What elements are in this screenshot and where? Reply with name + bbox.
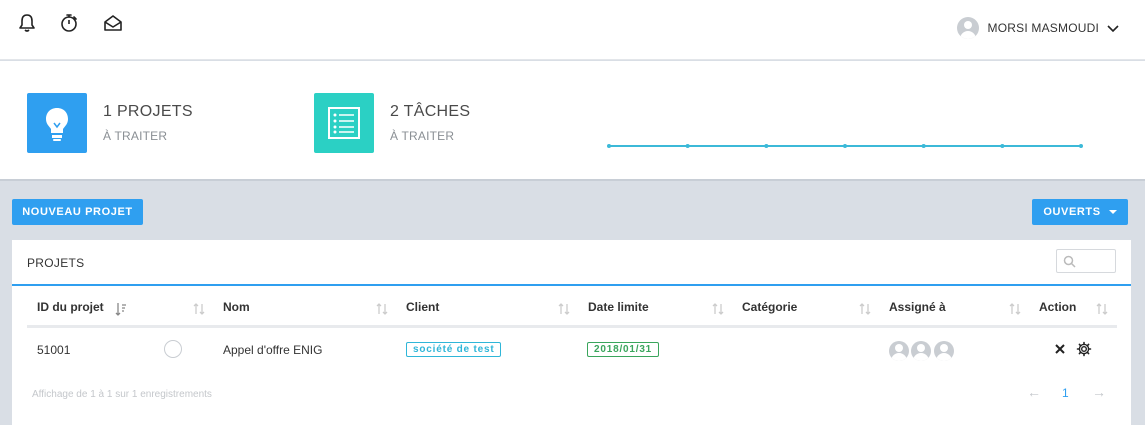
new-project-label: NOUVEAU PROJET [22,206,133,218]
pager-prev-button[interactable]: ← [1027,384,1041,400]
sparkline-point [921,144,926,148]
checklist-icon [314,93,374,153]
sparkline-chart [607,144,1083,148]
sort-icon[interactable] [712,302,724,316]
stopwatch-icon[interactable] [58,12,80,34]
sparkline-point [764,144,769,148]
new-project-button[interactable]: NOUVEAU PROJET [12,199,143,225]
projects-sub: À TRAITER [103,129,168,143]
cell-name[interactable]: Appel d'offre ENIG [223,343,322,357]
sparkline-point [607,144,611,148]
tasks-count: 2 TÂCHES [390,103,471,120]
projects-panel: PROJETS ID du projet Nom Client Date lim… [12,240,1131,425]
sort-active-icon[interactable] [115,302,127,316]
sparkline-point [1000,144,1005,148]
stats-section: 1 PROJETS À TRAITER 2 TÂCHES À TRAITER [0,61,1145,181]
sort-icon[interactable] [558,302,570,316]
row-select-radio[interactable] [164,340,182,358]
settings-gear-icon[interactable] [1076,341,1092,357]
assignee-avatar [911,341,931,361]
column-header-id[interactable]: ID du projet [37,300,104,314]
assignee-avatar [889,341,909,361]
sort-icon[interactable] [859,302,871,316]
column-header-deadline[interactable]: Date limite [588,300,649,314]
filter-dropdown-button[interactable]: OUVERTS [1032,199,1128,225]
user-name: MORSI MASMOUDI [987,21,1099,35]
assignee-avatar [934,341,954,361]
lightbulb-icon [27,93,87,153]
search-icon [1063,255,1076,268]
envelope-icon[interactable] [102,12,124,34]
table-row[interactable]: 51001 Appel d'offre ENIG société de test… [27,328,1117,372]
sort-icon[interactable] [193,302,205,316]
pager-page-button[interactable]: 1 [1062,386,1069,400]
projects-count: 1 PROJETS [103,103,193,120]
deadline-badge: 2018/01/31 [587,342,660,357]
tasks-sub: À TRAITER [390,129,455,143]
column-header-category[interactable]: Catégorie [742,300,797,314]
panel-header: PROJETS [12,240,1131,286]
filter-label: OUVERTS [1043,206,1101,218]
panel-title: PROJETS [27,256,85,270]
sort-icon[interactable] [376,302,388,316]
column-header-action[interactable]: Action [1039,300,1076,314]
column-header-assignee[interactable]: Assigné à [889,300,946,314]
sparkline-point [685,144,690,148]
sparkline-point [1079,144,1083,148]
table-info: Affichage de 1 à 1 sur 1 enregistrements [32,389,212,400]
client-badge: société de test [406,342,502,357]
sort-icon[interactable] [1009,302,1021,316]
sort-icon[interactable] [1096,302,1108,316]
avatar [956,17,979,39]
chevron-down-icon [1107,25,1119,33]
bell-icon[interactable] [16,12,38,34]
column-header-client[interactable]: Client [406,300,439,314]
user-menu[interactable]: MORSI MASMOUDI [956,16,1119,40]
caret-down-icon [1108,210,1117,214]
search-input[interactable] [1056,249,1116,273]
sparkline-point [843,144,847,148]
delete-icon[interactable] [1052,341,1068,357]
column-header-name[interactable]: Nom [223,300,250,314]
pager-next-button[interactable]: → [1092,384,1106,400]
cell-id: 51001 [37,343,71,357]
top-bar: MORSI MASMOUDI [0,0,1145,60]
